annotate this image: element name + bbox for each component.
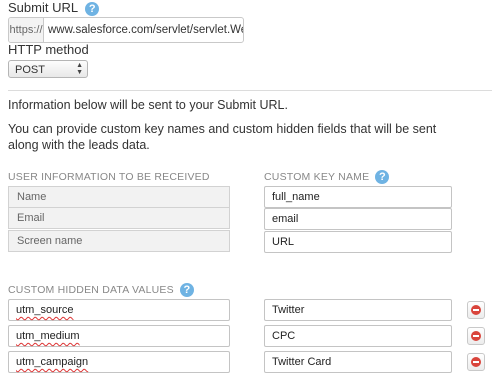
http-method-selected: POST [15,64,45,76]
hidden-key-input[interactable]: utm_medium [8,325,230,347]
hidden-value-input[interactable]: Twitter [264,299,452,321]
hidden-data-header: CUSTOM HIDDEN DATA VALUES ? [8,283,194,297]
divider [8,90,492,91]
hidden-value-input[interactable]: Twitter Card [264,351,452,373]
submit-url-label-text: Submit URL [8,0,78,15]
help-icon[interactable]: ? [85,1,100,16]
submit-url-input[interactable]: www.salesforce.com/servlet/servlet.WebTo… [44,18,243,42]
user-info-header: USER INFORMATION TO BE RECEIVED [8,171,210,183]
info-paragraph-line1: You can provide custom key names and cus… [8,122,437,136]
hidden-value-input[interactable]: CPC [264,325,452,347]
hidden-key-input[interactable]: utm_campaign [8,351,230,373]
remove-bar [473,361,479,363]
custom-key-input-url[interactable]: URL [264,231,452,253]
delete-row-button[interactable] [467,327,485,345]
user-info-email: Email [8,207,230,229]
http-method-select[interactable]: POST ▲ ▼ [8,60,88,78]
http-method-label: HTTP method [8,42,89,57]
info-paragraph-line2: along with the leads data. [8,138,150,152]
remove-bar [473,335,479,337]
custom-key-input-name[interactable]: full_name [264,186,452,208]
custom-key-header: CUSTOM KEY NAME ? [264,170,390,184]
user-info-screen-name: Screen name [8,230,230,252]
hidden-key-text: utm_campaign [16,356,89,368]
submit-url-label: Submit URL ? [8,0,100,16]
custom-key-input-email[interactable]: email [264,208,452,230]
hidden-data-header-text: CUSTOM HIDDEN DATA VALUES [8,283,174,296]
info-line: Information below will be sent to your S… [8,98,288,112]
custom-key-header-text: CUSTOM KEY NAME [264,170,370,183]
delete-row-button[interactable] [467,353,485,371]
help-icon[interactable]: ? [375,170,390,184]
submit-url-field[interactable]: https:// www.salesforce.com/servlet/serv… [8,17,244,43]
delete-row-button[interactable] [467,301,485,319]
updown-arrows-icon: ▲ ▼ [76,62,83,76]
remove-bar [473,309,479,311]
user-info-name: Name [8,186,230,208]
url-protocol-prefix: https:// [9,18,44,42]
hidden-key-text: utm_medium [16,330,80,342]
hidden-key-text: utm_source [16,304,74,316]
hidden-key-input[interactable]: utm_source [8,299,230,321]
help-icon[interactable]: ? [179,283,194,297]
